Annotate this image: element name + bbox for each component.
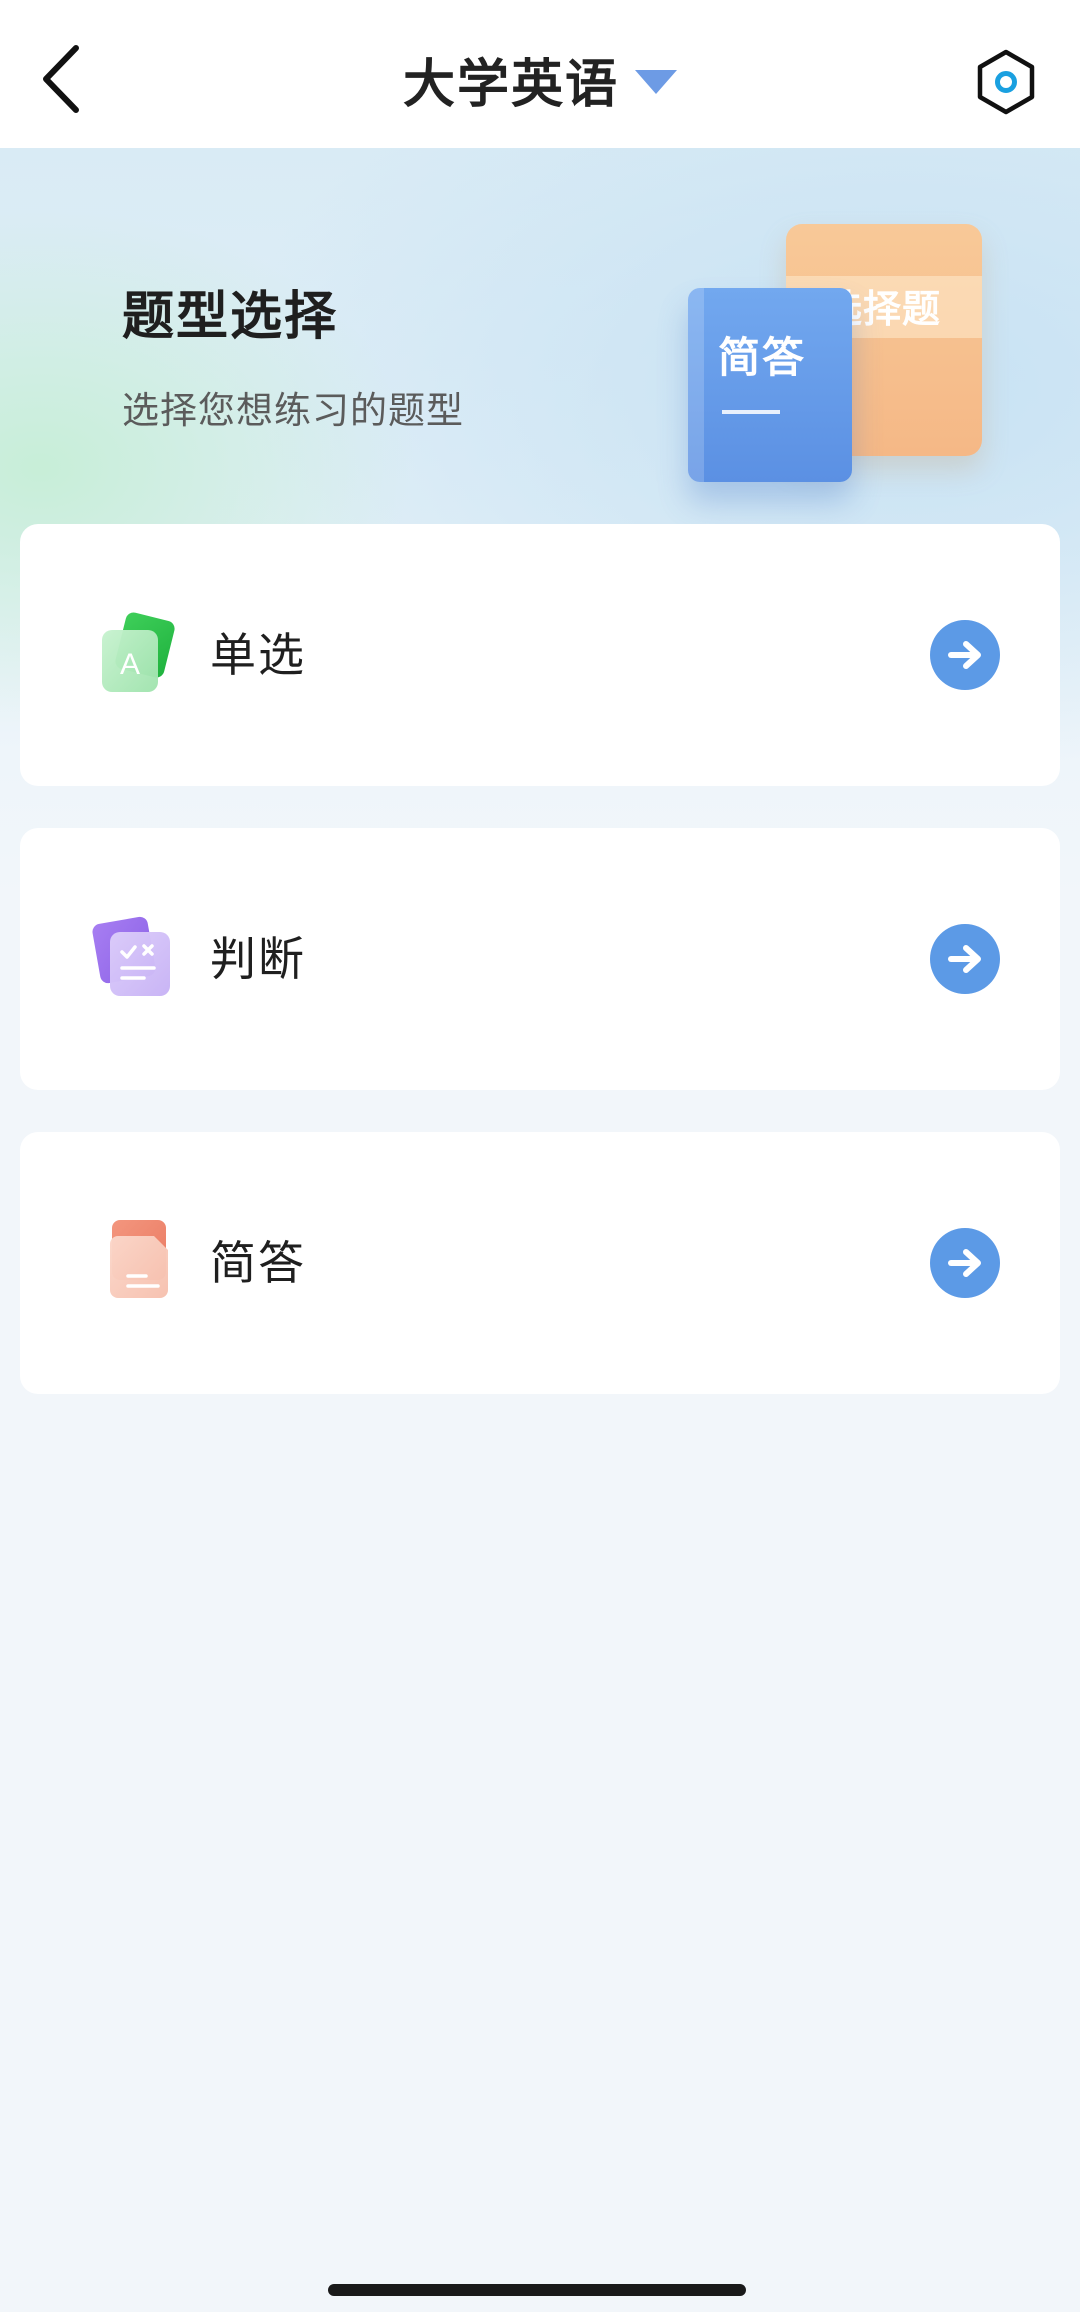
settings-button[interactable] — [972, 48, 1040, 116]
arrow-right-circle-icon[interactable] — [930, 620, 1000, 690]
book-spine — [688, 288, 704, 482]
top-navigation-bar: 大学英语 — [0, 0, 1080, 148]
subject-selector[interactable]: 大学英语 — [0, 44, 1080, 115]
short-answer-book-illustration: 简答 — [688, 288, 852, 482]
single-choice-icon: A — [102, 612, 175, 692]
short-answer-icon — [110, 1220, 168, 1298]
arrow-right-circle-icon[interactable] — [930, 924, 1000, 994]
caret-down-icon — [635, 70, 677, 94]
question-type-card-short-answer[interactable]: 简答 — [20, 1132, 1060, 1394]
front-book-label: 简答 — [718, 333, 807, 382]
true-false-icon — [92, 916, 170, 996]
svg-text:A: A — [120, 648, 140, 681]
card-label-short-answer: 简答 — [210, 1236, 306, 1290]
arrow-right-circle-icon[interactable] — [930, 1228, 1000, 1298]
banner-subtitle: 选择您想练习的题型 — [122, 389, 464, 432]
question-type-card-single-choice[interactable]: A 单选 — [20, 524, 1060, 786]
card-label-single-choice: 单选 — [210, 628, 306, 682]
home-indicator[interactable] — [328, 2284, 746, 2296]
book-line-decoration — [722, 410, 780, 414]
card-label-true-false: 判断 — [210, 932, 306, 986]
banner-title: 题型选择 — [122, 287, 339, 347]
hexagon-settings-icon — [977, 49, 1035, 115]
page-title: 大学英语 — [402, 54, 619, 115]
question-type-card-true-false[interactable]: 判断 — [20, 828, 1060, 1090]
